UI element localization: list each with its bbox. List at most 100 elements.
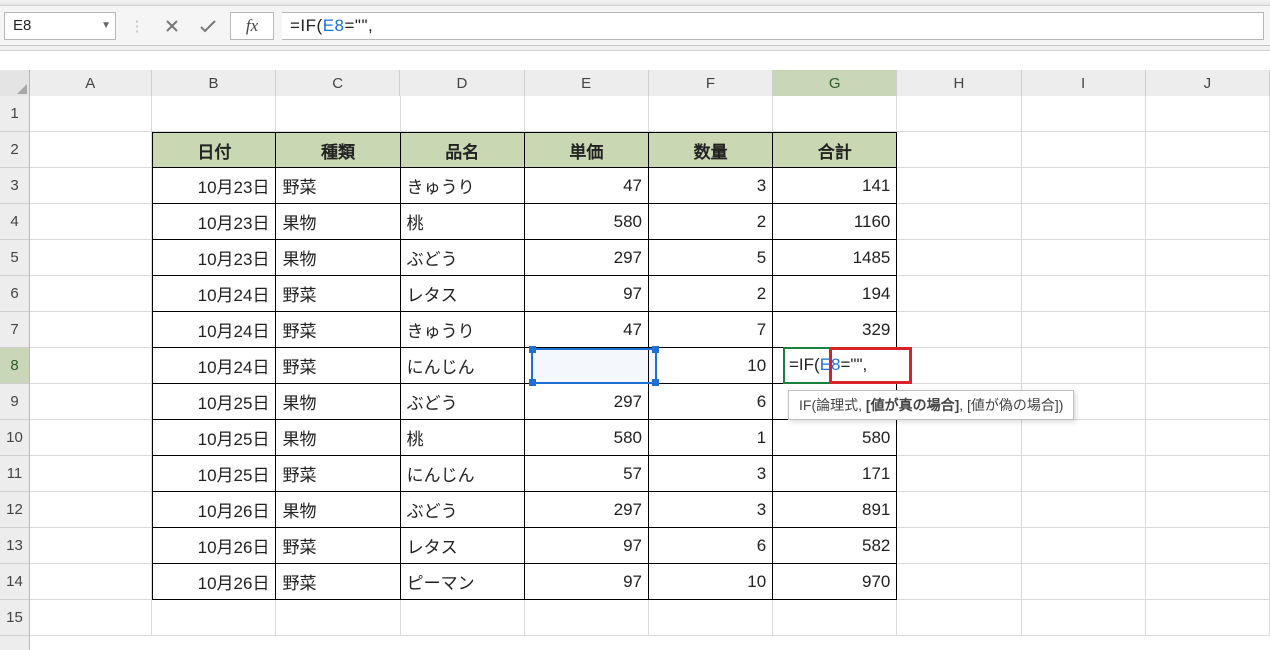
cancel-icon[interactable]	[158, 12, 186, 40]
cell-kind[interactable]: 野菜	[276, 312, 400, 348]
cell[interactable]	[1146, 348, 1270, 384]
cell-qty[interactable]: 10	[649, 348, 773, 384]
cell[interactable]	[30, 348, 152, 384]
chevron-down-icon[interactable]: ▼	[101, 20, 111, 31]
cell-price[interactable]	[525, 348, 649, 384]
cell[interactable]	[897, 96, 1021, 132]
cell[interactable]	[30, 492, 152, 528]
cell-kind[interactable]: 果物	[276, 492, 400, 528]
cell[interactable]	[30, 456, 152, 492]
select-all-corner[interactable]	[0, 70, 30, 96]
cell[interactable]	[897, 312, 1021, 348]
cell-qty[interactable]: 6	[649, 384, 773, 420]
cell-edit-outline[interactable]: =IF(E8="",	[783, 347, 911, 384]
cell[interactable]	[525, 96, 649, 132]
cell[interactable]	[1022, 276, 1146, 312]
cell-date[interactable]: 10月24日	[152, 312, 276, 348]
enter-icon[interactable]	[194, 12, 222, 40]
header-date[interactable]: 日付	[152, 132, 276, 168]
cell[interactable]	[1022, 600, 1146, 636]
cell[interactable]	[30, 240, 152, 276]
row-header-3[interactable]: 3	[0, 168, 29, 204]
cell-item[interactable]: レタス	[401, 528, 525, 564]
cell-total[interactable]: 194	[773, 276, 897, 312]
cell-qty[interactable]: 1	[649, 420, 773, 456]
cell-price[interactable]: 47	[525, 168, 649, 204]
cell-qty[interactable]: 2	[649, 276, 773, 312]
cell-price[interactable]: 97	[525, 528, 649, 564]
cell-total[interactable]: 1485	[773, 240, 897, 276]
cell-total[interactable]: 1160	[773, 204, 897, 240]
cell-item[interactable]: にんじん	[401, 348, 525, 384]
cell[interactable]	[1022, 132, 1146, 168]
cell-total[interactable]: 891	[773, 492, 897, 528]
cell[interactable]	[30, 384, 152, 420]
col-header-C[interactable]: C	[276, 70, 400, 96]
cell-qty[interactable]: 5	[649, 240, 773, 276]
cell-kind[interactable]: 果物	[276, 204, 400, 240]
row-header-11[interactable]: 11	[0, 456, 29, 492]
cell-qty[interactable]: 2	[649, 204, 773, 240]
cell-item[interactable]: ぶどう	[401, 492, 525, 528]
row-header-6[interactable]: 6	[0, 276, 29, 312]
col-header-B[interactable]: B	[152, 70, 276, 96]
col-header-E[interactable]: E	[525, 70, 649, 96]
cell[interactable]	[897, 276, 1021, 312]
cell-item[interactable]: ぶどう	[401, 384, 525, 420]
cell-qty[interactable]: 10	[649, 564, 773, 600]
cell-kind[interactable]: 野菜	[276, 348, 400, 384]
cell-qty[interactable]: 3	[649, 168, 773, 204]
cell[interactable]	[897, 240, 1021, 276]
row-header-2[interactable]: 2	[0, 132, 29, 168]
cell[interactable]	[897, 420, 1021, 456]
function-tooltip[interactable]: IF(論理式, [値が真の場合], [値が偽の場合])	[788, 390, 1074, 420]
cell[interactable]	[773, 96, 897, 132]
cell[interactable]	[1146, 240, 1270, 276]
cell[interactable]	[1146, 528, 1270, 564]
row-header-7[interactable]: 7	[0, 312, 29, 348]
cell-date[interactable]: 10月23日	[152, 240, 276, 276]
cell-date[interactable]: 10月26日	[152, 564, 276, 600]
cell-total[interactable]: 970	[773, 564, 897, 600]
cell[interactable]	[1146, 132, 1270, 168]
cell[interactable]	[1022, 528, 1146, 564]
cell-item[interactable]: 桃	[401, 420, 525, 456]
cell[interactable]	[401, 600, 525, 636]
cell[interactable]	[1022, 564, 1146, 600]
header-total[interactable]: 合計	[773, 132, 897, 168]
cell-kind[interactable]: 果物	[276, 240, 400, 276]
row-header-9[interactable]: 9	[0, 384, 29, 420]
cell[interactable]	[897, 132, 1021, 168]
cell-kind[interactable]: 野菜	[276, 564, 400, 600]
cell[interactable]	[1146, 492, 1270, 528]
cell-price[interactable]: 97	[525, 276, 649, 312]
cell[interactable]	[897, 528, 1021, 564]
cell-qty[interactable]: 3	[649, 456, 773, 492]
row-header-14[interactable]: 14	[0, 564, 29, 600]
cell-price[interactable]: 580	[525, 204, 649, 240]
cell[interactable]	[1022, 240, 1146, 276]
cell[interactable]	[30, 420, 152, 456]
header-price[interactable]: 単価	[525, 132, 649, 168]
cell-total[interactable]: 580	[773, 420, 897, 456]
cell[interactable]	[525, 600, 649, 636]
cell-qty[interactable]: 3	[649, 492, 773, 528]
cell-item[interactable]: ぶどう	[401, 240, 525, 276]
cell[interactable]	[1146, 204, 1270, 240]
row-header-15[interactable]: 15	[0, 600, 29, 636]
cell-date[interactable]: 10月24日	[152, 348, 276, 384]
name-box[interactable]: E8 ▼	[4, 12, 116, 40]
row-header-10[interactable]: 10	[0, 420, 29, 456]
cell[interactable]	[30, 168, 152, 204]
header-kind[interactable]: 種類	[276, 132, 400, 168]
cell[interactable]	[1146, 96, 1270, 132]
row-header-5[interactable]: 5	[0, 240, 29, 276]
cell[interactable]	[897, 564, 1021, 600]
cell-qty[interactable]: 7	[649, 312, 773, 348]
cell-kind[interactable]: 野菜	[276, 456, 400, 492]
cell[interactable]	[30, 528, 152, 564]
col-header-A[interactable]: A	[30, 70, 152, 96]
cell[interactable]	[1022, 168, 1146, 204]
cell-date[interactable]: 10月26日	[152, 492, 276, 528]
col-header-F[interactable]: F	[649, 70, 773, 96]
